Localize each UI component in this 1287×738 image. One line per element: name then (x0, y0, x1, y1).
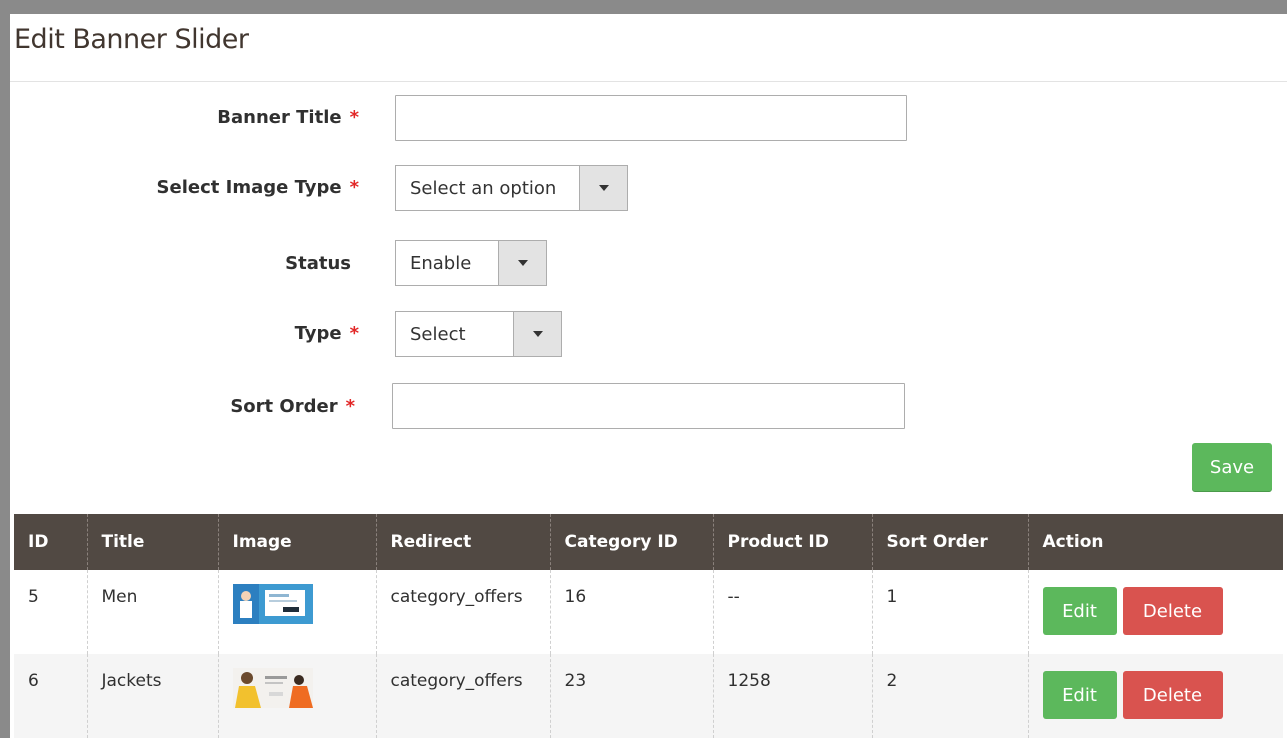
cell-action: Edit Delete (1028, 570, 1283, 654)
cell-product-id: -- (713, 570, 873, 654)
column-header-title: Title (87, 514, 219, 570)
edit-banner-panel: Edit Banner Slider Banner Title * Select … (10, 14, 1287, 738)
status-value: Enable (410, 252, 472, 274)
sort-order-label: Sort Order * (230, 396, 355, 417)
status-select[interactable]: Enable (395, 240, 547, 286)
cell-category-id: 16 (550, 570, 714, 654)
table-header-row: ID Title Image Redirect Category ID Prod… (14, 514, 1283, 570)
cell-redirect: category_offers (376, 570, 551, 654)
cell-id: 5 (14, 570, 88, 654)
type-select[interactable]: Select (395, 311, 562, 357)
save-button[interactable]: Save (1192, 443, 1272, 491)
chevron-down-icon[interactable] (579, 166, 627, 210)
banner-title-label: Banner Title * (217, 107, 359, 128)
type-label: Type * (294, 323, 359, 344)
column-header-redirect: Redirect (376, 514, 551, 570)
title-divider (10, 81, 1287, 82)
column-header-image: Image (218, 514, 377, 570)
cell-sort-order: 2 (872, 654, 1029, 738)
column-header-category-id: Category ID (550, 514, 714, 570)
cell-category-id: 23 (550, 654, 714, 738)
banner-table: ID Title Image Redirect Category ID Prod… (14, 514, 1283, 738)
page-title: Edit Banner Slider (14, 24, 249, 55)
sort-order-input[interactable] (392, 383, 905, 429)
required-mark: * (345, 396, 355, 417)
cell-product-id: 1258 (713, 654, 873, 738)
cell-sort-order: 1 (872, 570, 1029, 654)
edit-button[interactable]: Edit (1042, 671, 1117, 719)
cell-title: Jackets (87, 654, 219, 738)
image-type-select[interactable]: Select an option (395, 165, 628, 211)
cell-id: 6 (14, 654, 88, 738)
banner-title-input[interactable] (395, 95, 907, 141)
required-mark: * (349, 323, 359, 344)
table-row: 5 Men category_offers 16 -- 1 Edit Delet… (14, 570, 1283, 654)
cell-title: Men (87, 570, 219, 654)
table-row: 6 Jackets category_offers 23 1258 2 Edit… (14, 654, 1283, 738)
edit-button[interactable]: Edit (1042, 587, 1117, 635)
column-header-action: Action (1028, 514, 1283, 570)
status-label: Status (285, 253, 351, 274)
cell-redirect: category_offers (376, 654, 551, 738)
column-header-product-id: Product ID (713, 514, 873, 570)
cell-image (218, 570, 377, 654)
type-value: Select (410, 323, 466, 345)
cell-image (218, 654, 377, 738)
image-type-value: Select an option (410, 177, 557, 199)
cell-action: Edit Delete (1028, 654, 1283, 738)
delete-button[interactable]: Delete (1122, 671, 1223, 719)
required-mark: * (349, 107, 359, 128)
column-header-id: ID (14, 514, 88, 570)
delete-button[interactable]: Delete (1122, 587, 1223, 635)
chevron-down-icon[interactable] (498, 241, 546, 285)
column-header-sort-order: Sort Order (872, 514, 1029, 570)
banner-thumbnail-men-icon (232, 584, 313, 624)
required-mark: * (349, 177, 359, 198)
chevron-down-icon[interactable] (513, 312, 561, 356)
banner-thumbnail-jackets-icon (232, 668, 313, 708)
image-type-label: Select Image Type * (156, 177, 359, 198)
